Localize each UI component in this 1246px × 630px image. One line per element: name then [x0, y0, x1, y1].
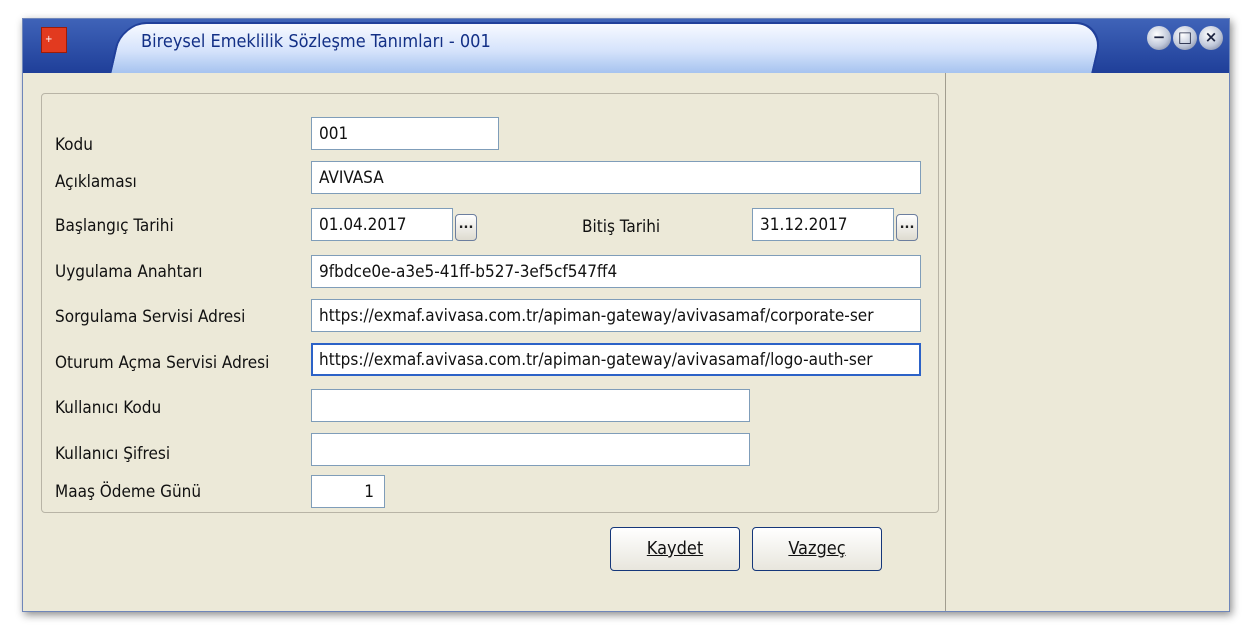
kodu-label: Kodu: [55, 135, 93, 155]
uygulama-anahtari-input[interactable]: 9fbdce0e-a3e5-41ff-b527-3ef5cf547ff4: [311, 255, 921, 288]
vazgec-button[interactable]: Vazgeç: [752, 527, 882, 571]
sorgulama-servisi-adresi-input[interactable]: https://exmaf.avivasa.com.tr/apiman-gate…: [311, 299, 921, 332]
window-title: Bireysel Emeklilik Sözleşme Tanımları - …: [141, 31, 491, 52]
kullanici-kodu-input[interactable]: [311, 389, 750, 422]
kodu-input[interactable]: 001: [311, 117, 499, 150]
bitis-date-picker-button[interactable]: ...: [896, 214, 918, 241]
sorgulama-servisi-adresi-label: Sorgulama Servisi Adresi: [55, 307, 246, 327]
kaydet-button-label: Kaydet: [646, 538, 704, 559]
baslangic-tarihi-input[interactable]: 01.04.2017: [311, 208, 453, 241]
kullanici-sifresi-input[interactable]: [311, 433, 750, 466]
kullanici-sifresi-label: Kullanıcı Şifresi: [55, 444, 171, 464]
title-bar[interactable]: Bireysel Emeklilik Sözleşme Tanımları - …: [23, 19, 1229, 75]
baslangic-date-picker-button[interactable]: ...: [455, 214, 477, 241]
aciklama-label: Açıklaması: [55, 172, 137, 192]
maas-odeme-gunu-label: Maaş Ödeme Günü: [55, 482, 202, 502]
bitis-tarihi-label: Bitiş Tarihi: [582, 217, 661, 237]
app-icon: [41, 27, 67, 53]
restore-button[interactable]: □: [1173, 26, 1197, 50]
side-panel: [945, 73, 1229, 611]
vazgec-button-label: Vazgeç: [788, 538, 846, 559]
oturum-acma-servisi-adresi-label: Oturum Açma Servisi Adresi: [55, 353, 270, 373]
dialog-content: Kodu 001 Açıklaması AVIVASA Başlangıç Ta…: [23, 73, 1229, 611]
aciklama-input[interactable]: AVIVASA: [311, 161, 921, 194]
kaydet-button[interactable]: Kaydet: [610, 527, 740, 571]
maas-odeme-gunu-input[interactable]: 1: [311, 475, 385, 508]
baslangic-tarihi-label: Başlangıç Tarihi: [55, 216, 174, 236]
oturum-acma-servisi-adresi-input[interactable]: https://exmaf.avivasa.com.tr/apiman-gate…: [311, 343, 921, 376]
uygulama-anahtari-label: Uygulama Anahtarı: [55, 262, 203, 282]
close-button[interactable]: ×: [1199, 26, 1223, 50]
bitis-tarihi-input[interactable]: 31.12.2017: [752, 208, 894, 241]
kullanici-kodu-label: Kullanıcı Kodu: [55, 398, 162, 418]
minimize-button[interactable]: −: [1147, 26, 1171, 50]
dialog-window: Bireysel Emeklilik Sözleşme Tanımları - …: [22, 18, 1230, 612]
